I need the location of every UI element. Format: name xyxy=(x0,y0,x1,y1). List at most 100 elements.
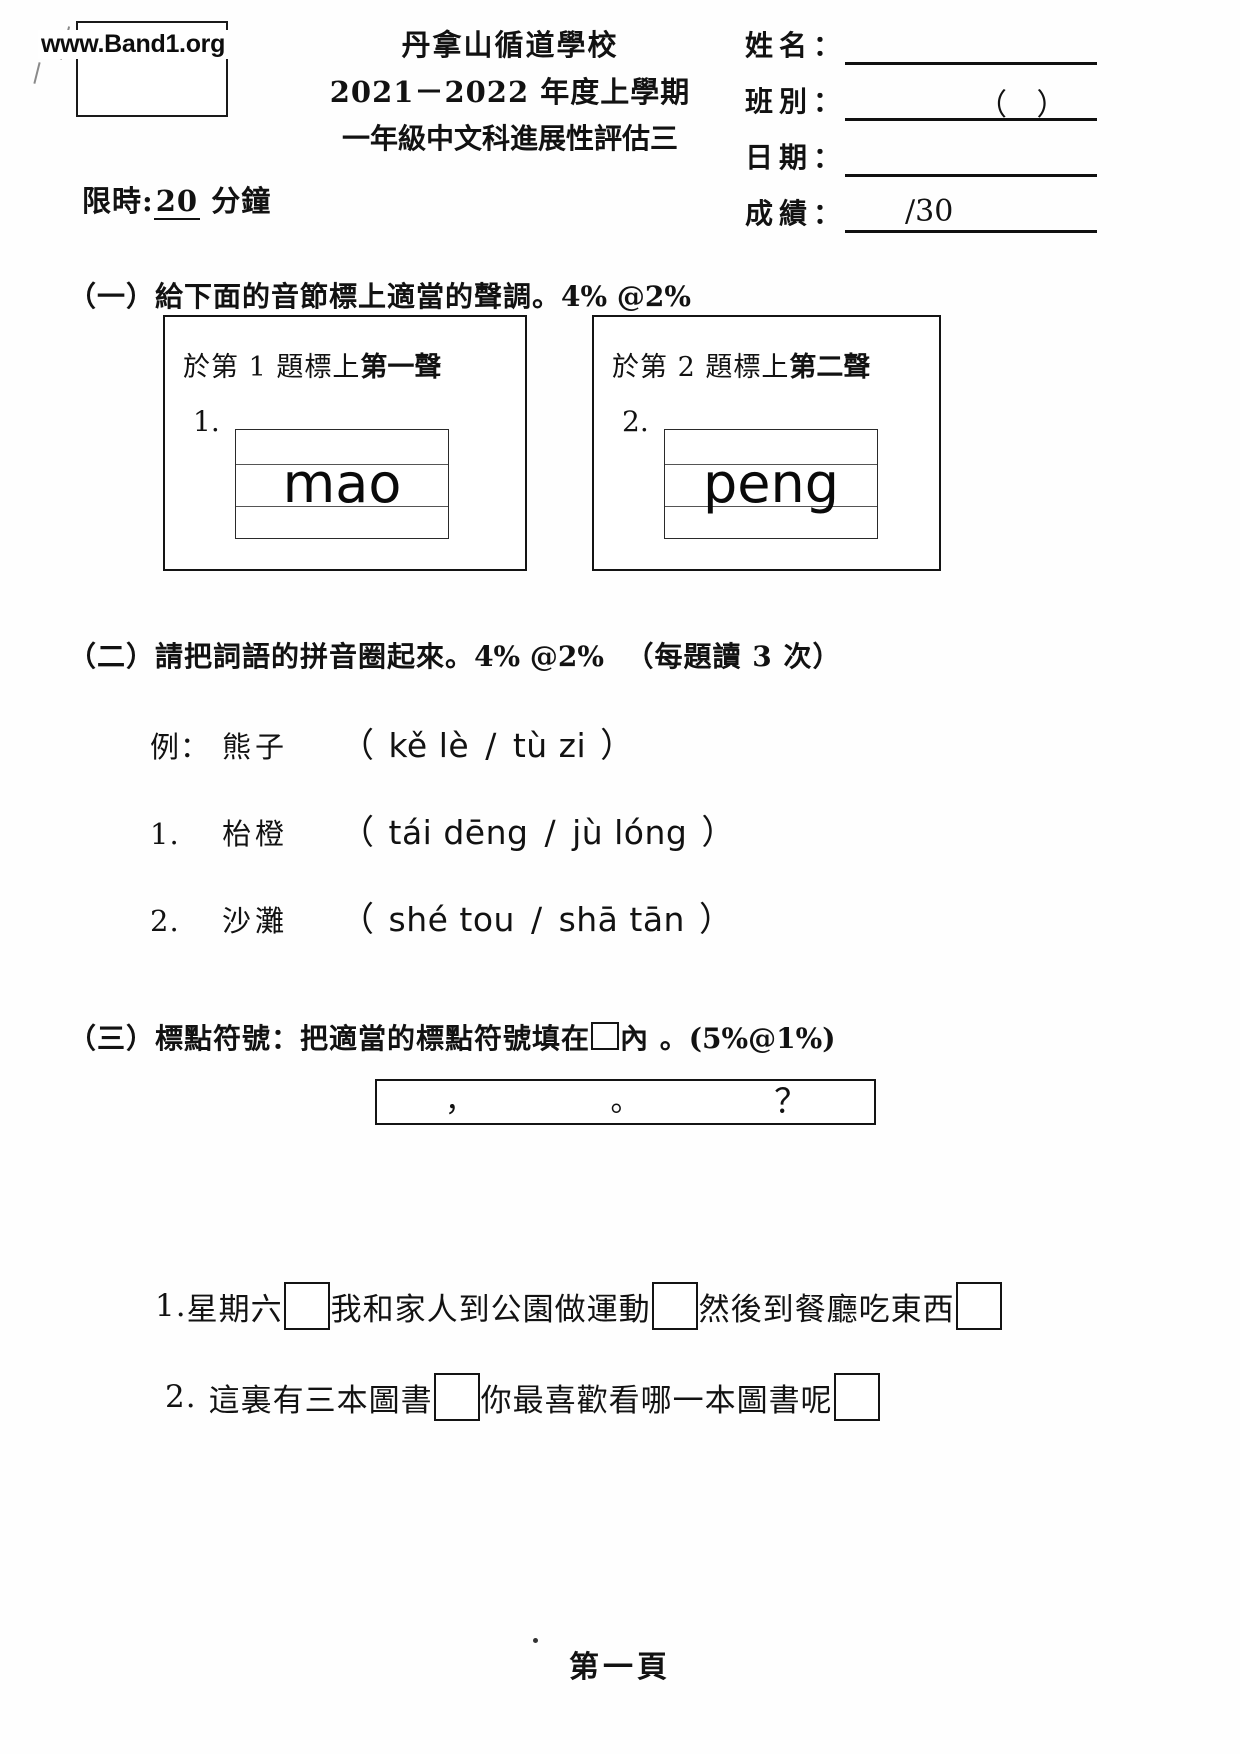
tone-box-1-prompt: 於第 1 題標上第一聲 xyxy=(183,345,441,384)
section-two-heading: （二）請把詞語的拼音圈起來。4% @2% （每題讀 3 次） xyxy=(68,635,841,675)
punct-sentence-2-index: 2. xyxy=(165,1379,197,1415)
pinyin-row-1-index: 1. xyxy=(150,817,180,851)
field-score-label: 成績： xyxy=(745,197,848,230)
punct-sentence-1-part-3: 然後到餐廳吃東西 xyxy=(698,1291,955,1328)
pinyin-row-1: 1. 枱橙 （ tái dēng / jù lóng ） xyxy=(150,805,736,854)
option-separator: / xyxy=(530,900,543,939)
field-class-rule[interactable] xyxy=(845,118,1097,121)
punct-blank-1-3[interactable] xyxy=(955,1282,1002,1330)
page-footer: 第一頁 xyxy=(569,1650,671,1685)
punctuation-bank: ， 。 ？ xyxy=(375,1079,876,1125)
watermark-label: www.Band1.org xyxy=(38,30,229,59)
pinyin-row-1-word: 枱橙 xyxy=(222,817,289,851)
pinyin-row-example-options: （ kě lè / tù zi ） xyxy=(340,718,635,767)
tone-box-1-prompt-tone: 第一聲 xyxy=(360,352,442,383)
school-name: 丹拿山循道學校 xyxy=(401,28,619,62)
close-paren: ） xyxy=(600,726,635,766)
pinyin-row-example-word: 熊子 xyxy=(222,730,289,764)
pinyin-option-b[interactable]: shā tān xyxy=(559,900,685,939)
student-fields: 姓名： 班別： （ ） 日期： 成績： /30 xyxy=(745,22,1097,246)
section-one-marks: 4% @2% xyxy=(561,280,691,313)
close-paren: ） xyxy=(698,900,734,940)
option-separator: / xyxy=(544,813,557,852)
tone-box-2: 於第 2 題標上第二聲 2. peng xyxy=(592,315,941,571)
option-separator: / xyxy=(485,726,497,765)
punct-sentence-2: 2. 這裏有三本圖書 你最喜歡看哪一本圖書呢 xyxy=(165,1373,881,1421)
punct-blank-1-1[interactable] xyxy=(283,1282,330,1330)
tone-box-1-qnum: 1. xyxy=(193,405,220,438)
field-date: 日期： xyxy=(745,134,1097,190)
punct-sentence-2-part-2: 你最喜歡看哪一本圖書呢 xyxy=(480,1382,833,1419)
time-limit: 限時:20 分鐘 xyxy=(82,178,271,220)
time-limit-value: 20 xyxy=(153,184,201,220)
pinyin-option-a[interactable]: tái dēng xyxy=(389,813,529,852)
tone-box-1-syllable: mao xyxy=(282,452,402,515)
section-three-number: （三） xyxy=(68,1022,156,1055)
punct-sentence-2-part-1: 這裏有三本圖書 xyxy=(208,1382,433,1419)
tone-box-2-prompt-tone: 第二聲 xyxy=(789,352,871,383)
punct-sentence-1: 1. 星期六 我和家人到公園做運動 然後到餐廳吃東西 xyxy=(155,1282,1003,1330)
header-title-block: 丹拿山循道學校 2021－2022 年度上學期 一年級中文科進展性評估三 xyxy=(300,22,720,161)
punct-blank-2-2[interactable] xyxy=(833,1373,880,1421)
school-year: 2021－2022 年度上學期 xyxy=(329,74,691,109)
punct-sentence-1-part-2: 我和家人到公園做運動 xyxy=(330,1291,651,1328)
punct-full-stop[interactable]: 。 xyxy=(543,1087,709,1117)
pinyin-option-b[interactable]: jù lóng xyxy=(572,813,687,852)
open-paren: （ xyxy=(340,813,375,853)
tone-box-2-prompt-pre: 於第 2 題標上 xyxy=(612,352,790,383)
tone-box-1-ruled-lines[interactable]: mao xyxy=(235,429,449,539)
pinyin-row-example-index: 例： xyxy=(150,730,211,764)
field-score-total: /30 xyxy=(905,194,954,229)
pinyin-option-a[interactable]: shé tou xyxy=(389,900,515,939)
section-three-marks: (5%@1%) xyxy=(688,1022,836,1055)
section-one-heading: （一）給下面的音節標上適當的聲調。4% @2% xyxy=(68,275,691,315)
pinyin-row-2-word: 沙灘 xyxy=(222,904,289,938)
pinyin-row-1-options: （ tái dēng / jù lóng ） xyxy=(340,805,736,854)
tone-box-2-prompt: 於第 2 題標上第二聲 xyxy=(612,345,870,384)
field-date-label: 日期： xyxy=(745,141,848,174)
tone-box-1: 於第 1 題標上第一聲 1. mao xyxy=(163,315,527,571)
field-score: 成績： /30 xyxy=(745,190,1097,246)
section-two-instruction-strong: 拼音 xyxy=(300,640,359,673)
pinyin-option-b[interactable]: tù zi xyxy=(513,726,586,765)
punct-blank-2-1[interactable] xyxy=(433,1373,480,1421)
field-name-rule[interactable] xyxy=(845,62,1097,65)
punct-blank-1-2[interactable] xyxy=(651,1282,698,1330)
section-three-instruction-post: 內 。 xyxy=(620,1022,689,1055)
field-class: 班別： （ ） xyxy=(745,78,1097,134)
open-paren: （ xyxy=(340,900,375,940)
section-two-note: （每題讀 3 次） xyxy=(625,640,842,673)
section-one-instruction: 給下面的音節標上適當的聲調。 xyxy=(155,280,562,313)
field-date-rule[interactable] xyxy=(845,174,1097,177)
assessment-title: 一年級中文科進展性評估三 xyxy=(341,121,678,155)
tone-box-2-qnum: 2. xyxy=(622,405,649,438)
worksheet-page: www.Band1.org 丹拿山循道學校 2021－2022 年度上學期 一年… xyxy=(0,0,1240,1754)
field-name: 姓名： xyxy=(745,22,1097,78)
punct-sentence-1-part-1: 星期六 xyxy=(186,1291,283,1328)
field-name-label: 姓名： xyxy=(745,29,848,62)
section-two-marks: 4% @2% xyxy=(474,640,604,673)
section-three-heading: （三）標點符號：把適當的標點符號填在內 。(5%@1%) xyxy=(68,1017,835,1057)
pinyin-option-a[interactable]: kě lè xyxy=(389,726,470,765)
pinyin-row-2: 2. 沙灘 （ shé tou / shā tān ） xyxy=(150,892,733,941)
open-paren: （ xyxy=(340,726,375,766)
section-two-number: （二） xyxy=(68,640,156,673)
section-two-instruction-pre: 請把詞語的 xyxy=(155,640,301,673)
scan-artifact xyxy=(33,62,41,84)
tone-box-1-prompt-pre: 於第 1 題標上 xyxy=(183,352,361,383)
field-class-label: 班別： xyxy=(745,85,848,118)
pinyin-row-2-index: 2. xyxy=(150,904,180,938)
punct-comma[interactable]: ， xyxy=(377,1087,543,1117)
time-limit-unit: 分鐘 xyxy=(211,184,272,218)
field-score-rule[interactable] xyxy=(845,230,1097,233)
pinyin-row-example: 例： 熊子 （ kě lè / tù zi ） xyxy=(150,718,635,767)
time-limit-prefix: 限時: xyxy=(82,184,154,218)
section-one-number: （一） xyxy=(68,280,156,313)
section-two-instruction-post: 圈起來。 xyxy=(358,640,475,673)
pinyin-row-2-options: （ shé tou / shā tān ） xyxy=(340,892,733,941)
close-paren: ） xyxy=(701,813,736,853)
inline-blank-box-icon xyxy=(591,1022,620,1050)
tone-box-2-ruled-lines[interactable]: peng xyxy=(664,429,878,539)
punct-question-mark[interactable]: ？ xyxy=(708,1085,874,1119)
section-three-instruction-pre: 標點符號：把適當的標點符號填在 xyxy=(155,1022,591,1055)
